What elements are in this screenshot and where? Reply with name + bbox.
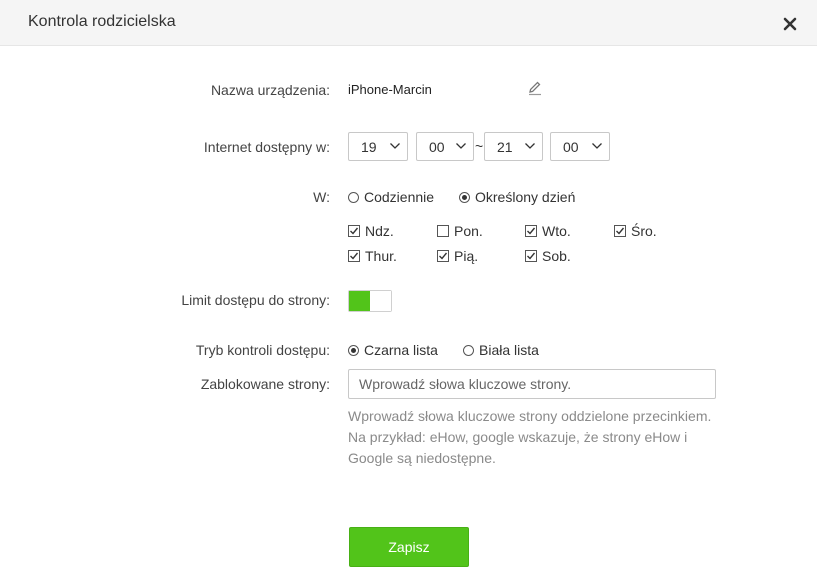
pencil-icon[interactable] [527, 80, 543, 96]
start-hour-value: 19 [361, 139, 377, 155]
radio-specific-day-label: Określony dzień [475, 189, 576, 205]
blocked-sites-label: Zablokowane strony: [200, 376, 330, 392]
day-checkbox-monday[interactable]: Pon. [437, 223, 483, 239]
day-label: Sob. [542, 248, 571, 264]
chevron-down-icon [456, 143, 466, 149]
day-checkbox-tuesday[interactable]: Wto. [525, 223, 571, 239]
time-range-separator: ~ [475, 138, 484, 154]
close-icon[interactable] [780, 14, 800, 34]
device-name-value: iPhone-Marcin [348, 82, 432, 97]
checkbox-box [525, 225, 537, 237]
checkbox-box [437, 225, 449, 237]
chevron-down-icon [390, 143, 400, 149]
day-label: Śro. [631, 223, 657, 239]
checkbox-box [348, 250, 360, 262]
control-mode-label: Tryb kontroli dostępu: [195, 342, 330, 358]
radio-specific-day-indicator [459, 192, 470, 203]
start-minute-select[interactable]: 00 [416, 132, 474, 161]
radio-whitelist-label: Biała lista [479, 342, 539, 358]
day-label: Thur. [365, 248, 397, 264]
radio-daily[interactable]: Codziennie [348, 189, 434, 205]
start-minute-value: 00 [429, 139, 445, 155]
checkbox-box [348, 225, 360, 237]
start-hour-select[interactable]: 19 [348, 132, 408, 161]
radio-daily-label: Codziennie [364, 189, 435, 205]
end-minute-select[interactable]: 00 [550, 132, 610, 161]
save-button[interactable]: Zapisz [349, 527, 469, 567]
site-limit-label: Limit dostępu do strony: [181, 292, 330, 308]
internet-schedule-label: Internet dostępny w: [203, 139, 330, 155]
radio-blacklist-indicator [348, 345, 359, 356]
blocked-sites-hint: Wprowadź słowa kluczowe strony oddzielon… [348, 408, 712, 466]
site-limit-toggle[interactable] [348, 290, 392, 312]
toggle-knob [370, 291, 391, 311]
radio-blacklist-label: Czarna lista [364, 342, 438, 358]
day-checkbox-thursday[interactable]: Thur. [348, 248, 397, 264]
days-label: W: [313, 189, 330, 205]
checkbox-box [525, 250, 537, 262]
radio-specific-day[interactable]: Określony dzień [459, 189, 575, 205]
day-label: Wto. [542, 223, 571, 239]
chevron-down-icon [525, 143, 535, 149]
day-checkbox-wednesday[interactable]: Śro. [614, 223, 657, 239]
end-minute-value: 00 [563, 139, 579, 155]
blocked-sites-input[interactable] [348, 369, 716, 399]
device-name-label: Nazwa urządzenia: [210, 82, 330, 98]
radio-daily-indicator [348, 192, 359, 203]
dialog-header: Kontrola rodzicielska [0, 0, 817, 46]
day-label: Pią. [454, 248, 479, 264]
day-checkbox-saturday[interactable]: Sob. [525, 248, 571, 264]
day-label: Ndz. [365, 223, 394, 239]
day-label: Pon. [454, 223, 483, 239]
day-checkbox-sunday[interactable]: Ndz. [348, 223, 394, 239]
toggle-fill [349, 291, 370, 311]
radio-whitelist[interactable]: Biała lista [463, 342, 539, 358]
day-checkbox-friday[interactable]: Pią. [437, 248, 478, 264]
radio-whitelist-indicator [463, 345, 474, 356]
dialog-title: Kontrola rodzicielska [28, 13, 176, 30]
checkbox-box [437, 250, 449, 262]
checkbox-box [614, 225, 626, 237]
radio-blacklist[interactable]: Czarna lista [348, 342, 438, 358]
end-hour-select[interactable]: 21 [484, 132, 543, 161]
chevron-down-icon [592, 143, 602, 149]
end-hour-value: 21 [497, 139, 513, 155]
